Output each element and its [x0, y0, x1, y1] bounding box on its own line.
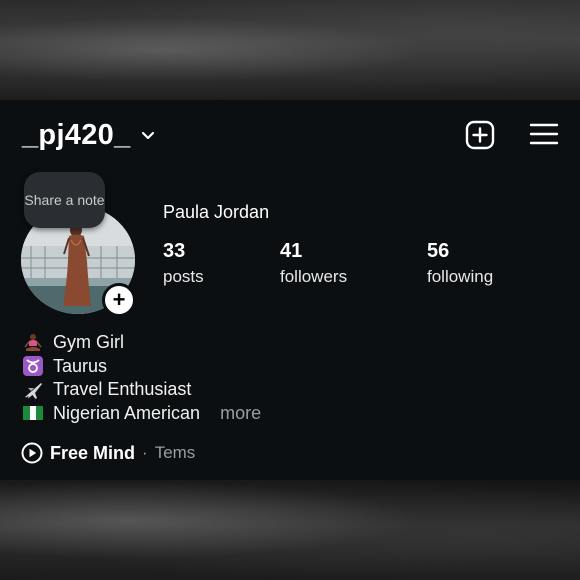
add-story-button[interactable]: +	[102, 283, 136, 317]
separator-dot: ·	[142, 443, 148, 462]
airplane-emoji-icon	[22, 380, 44, 400]
more-link[interactable]: more	[220, 403, 261, 424]
blurred-background-bottom	[0, 480, 580, 580]
profile-music[interactable]: Free Mind · Tems	[21, 442, 195, 464]
share-note-bubble[interactable]: Share a note	[24, 172, 105, 228]
followers-stat[interactable]: 41 followers	[280, 240, 347, 287]
artist-name: Tems	[154, 443, 196, 462]
nigeria-flag-emoji-icon	[22, 403, 44, 423]
bio-text: Travel Enthusiast	[53, 379, 192, 400]
bio-text: Taurus	[53, 355, 108, 376]
followers-count: 41	[280, 240, 303, 262]
screenshot-frame: _pj420_ Share a note + Paula Jordan 33 p…	[0, 0, 580, 580]
plus-icon: +	[112, 287, 126, 312]
taurus-emoji-icon	[22, 356, 44, 377]
username: _pj420_	[22, 118, 131, 151]
following-stat[interactable]: 56 following	[427, 240, 493, 287]
add-post-icon[interactable]	[465, 120, 495, 150]
bio-line: Nigerian American more	[22, 402, 261, 426]
bio-text: Gym Girl	[53, 332, 124, 353]
following-label: following	[427, 267, 494, 286]
meditation-emoji-icon	[22, 333, 44, 353]
account-switcher[interactable]: _pj420_	[22, 118, 155, 152]
posts-stat[interactable]: 33 posts	[163, 240, 204, 287]
bio: Gym Girl Taurus Travel Enthusiast Nigeri…	[22, 331, 261, 425]
bio-line: Travel Enthusiast	[22, 378, 261, 402]
hamburger-menu-icon[interactable]	[529, 120, 559, 150]
bio-text: Nigerian American	[53, 402, 201, 423]
blurred-background-top	[0, 0, 580, 100]
posts-label: posts	[163, 267, 204, 286]
posts-count: 33	[163, 240, 186, 262]
display-name: Paula Jordan	[163, 202, 270, 222]
play-circle-icon	[21, 442, 43, 464]
chevron-down-icon	[141, 131, 154, 140]
following-count: 56	[427, 240, 450, 262]
followers-label: followers	[280, 267, 348, 286]
bio-line: Gym Girl	[22, 331, 261, 355]
bio-line: Taurus	[22, 355, 261, 379]
song-title: Free Mind	[50, 442, 136, 463]
